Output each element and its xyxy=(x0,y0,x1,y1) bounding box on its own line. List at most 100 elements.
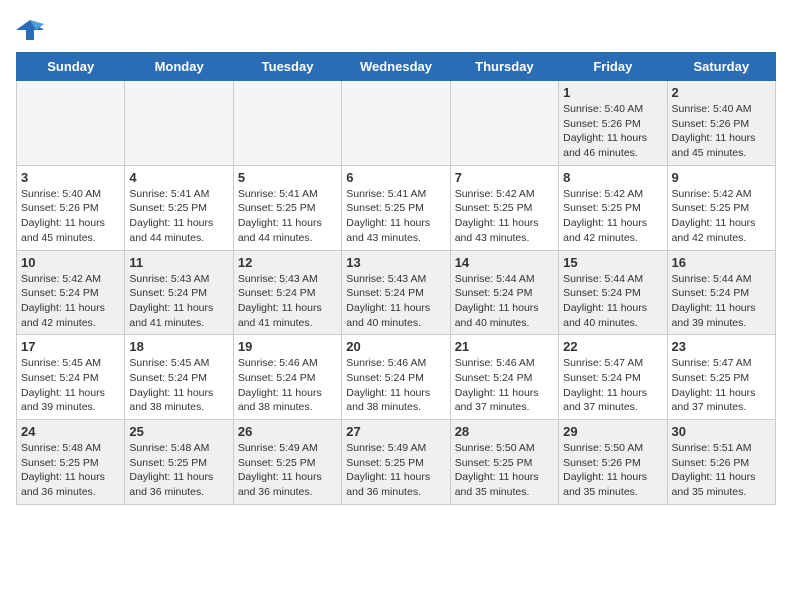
calendar-cell: 20Sunrise: 5:46 AM Sunset: 5:24 PM Dayli… xyxy=(342,335,450,420)
day-info: Sunrise: 5:49 AM Sunset: 5:25 PM Dayligh… xyxy=(238,441,337,500)
calendar-cell xyxy=(450,81,558,166)
day-info: Sunrise: 5:42 AM Sunset: 5:25 PM Dayligh… xyxy=(563,187,662,246)
day-number: 10 xyxy=(21,255,120,270)
day-info: Sunrise: 5:46 AM Sunset: 5:24 PM Dayligh… xyxy=(455,356,554,415)
calendar-cell: 2 Sunrise: 5:40 AM Sunset: 5:26 PM Daylig… xyxy=(667,81,775,166)
day-number: 29 xyxy=(563,424,662,439)
day-number: 6 xyxy=(346,170,445,185)
calendar-cell: 6 Sunrise: 5:41 AM Sunset: 5:25 PM Daylig… xyxy=(342,165,450,250)
day-number: 12 xyxy=(238,255,337,270)
day-number: 2 xyxy=(672,85,771,100)
day-info: Sunrise: 5:50 AM Sunset: 5:26 PM Dayligh… xyxy=(563,441,662,500)
day-number: 30 xyxy=(672,424,771,439)
day-number: 4 xyxy=(129,170,228,185)
calendar-cell xyxy=(342,81,450,166)
day-info: Sunrise: 5:46 AM Sunset: 5:24 PM Dayligh… xyxy=(238,356,337,415)
calendar-header: SundayMondayTuesdayWednesdayThursdayFrid… xyxy=(17,53,776,81)
day-info: Sunrise: 5:42 AM Sunset: 5:25 PM Dayligh… xyxy=(672,187,771,246)
day-info: Sunrise: 5:44 AM Sunset: 5:24 PM Dayligh… xyxy=(455,272,554,331)
day-info: Sunrise: 5:43 AM Sunset: 5:24 PM Dayligh… xyxy=(346,272,445,331)
day-info: Sunrise: 5:50 AM Sunset: 5:25 PM Dayligh… xyxy=(455,441,554,500)
day-info: Sunrise: 5:51 AM Sunset: 5:26 PM Dayligh… xyxy=(672,441,771,500)
calendar-cell: 14Sunrise: 5:44 AM Sunset: 5:24 PM Dayli… xyxy=(450,250,558,335)
calendar-cell: 30 Sunrise: 5:51 AM Sunset: 5:26 PM Dayli… xyxy=(667,420,775,505)
logo-icon xyxy=(16,16,44,44)
calendar-cell xyxy=(17,81,125,166)
weekday-header-wednesday: Wednesday xyxy=(342,53,450,81)
day-number: 9 xyxy=(672,170,771,185)
day-info: Sunrise: 5:40 AM Sunset: 5:26 PM Dayligh… xyxy=(563,102,662,161)
calendar-table: SundayMondayTuesdayWednesdayThursdayFrid… xyxy=(16,52,776,505)
weekday-header-friday: Friday xyxy=(559,53,667,81)
day-number: 1 xyxy=(563,85,662,100)
day-number: 17 xyxy=(21,339,120,354)
calendar-cell: 17 Sunrise: 5:45 AM Sunset: 5:24 PM Dayli… xyxy=(17,335,125,420)
day-number: 26 xyxy=(238,424,337,439)
calendar-cell: 12 Sunrise: 5:43 AM Sunset: 5:24 PM Dayli… xyxy=(233,250,341,335)
calendar-cell: 29 Sunrise: 5:50 AM Sunset: 5:26 PM Dayli… xyxy=(559,420,667,505)
page-header xyxy=(16,16,776,44)
calendar-cell: 4 Sunrise: 5:41 AM Sunset: 5:25 PM Daylig… xyxy=(125,165,233,250)
calendar-cell: 5 Sunrise: 5:41 AM Sunset: 5:25 PM Daylig… xyxy=(233,165,341,250)
day-number: 27 xyxy=(346,424,445,439)
calendar-cell: 10 Sunrise: 5:42 AM Sunset: 5:24 PM Dayli… xyxy=(17,250,125,335)
day-number: 22 xyxy=(563,339,662,354)
calendar-cell: 28 Sunrise: 5:50 AM Sunset: 5:25 PM Dayli… xyxy=(450,420,558,505)
day-info: Sunrise: 5:43 AM Sunset: 5:24 PM Dayligh… xyxy=(129,272,228,331)
day-number: 5 xyxy=(238,170,337,185)
day-number: 21 xyxy=(455,339,554,354)
day-info: Sunrise: 5:48 AM Sunset: 5:25 PM Dayligh… xyxy=(21,441,120,500)
day-number: 7 xyxy=(455,170,554,185)
day-number: 11 xyxy=(129,255,228,270)
calendar-cell: 15 Sunrise: 5:44 AM Sunset: 5:24 PM Dayli… xyxy=(559,250,667,335)
calendar-cell xyxy=(125,81,233,166)
day-info: Sunrise: 5:49 AM Sunset: 5:25 PM Dayligh… xyxy=(346,441,445,500)
calendar-cell: 21 Sunrise: 5:46 AM Sunset: 5:24 PM Dayli… xyxy=(450,335,558,420)
calendar-cell: 27 Sunrise: 5:49 AM Sunset: 5:25 PM Dayli… xyxy=(342,420,450,505)
day-info: Sunrise: 5:41 AM Sunset: 5:25 PM Dayligh… xyxy=(129,187,228,246)
calendar-cell: 9 Sunrise: 5:42 AM Sunset: 5:25 PM Daylig… xyxy=(667,165,775,250)
weekday-header-saturday: Saturday xyxy=(667,53,775,81)
day-number: 20 xyxy=(346,339,445,354)
day-number: 16 xyxy=(672,255,771,270)
day-number: 8 xyxy=(563,170,662,185)
calendar-cell: 13 Sunrise: 5:43 AM Sunset: 5:24 PM Dayli… xyxy=(342,250,450,335)
day-number: 19 xyxy=(238,339,337,354)
calendar-cell: 25 Sunrise: 5:48 AM Sunset: 5:25 PM Dayli… xyxy=(125,420,233,505)
day-number: 15 xyxy=(563,255,662,270)
day-info: Sunrise: 5:44 AM Sunset: 5:24 PM Dayligh… xyxy=(672,272,771,331)
logo xyxy=(16,16,48,44)
weekday-header-thursday: Thursday xyxy=(450,53,558,81)
day-info: Sunrise: 5:41 AM Sunset: 5:25 PM Dayligh… xyxy=(346,187,445,246)
day-number: 24 xyxy=(21,424,120,439)
calendar-cell: 3 Sunrise: 5:40 AM Sunset: 5:26 PM Daylig… xyxy=(17,165,125,250)
day-number: 28 xyxy=(455,424,554,439)
calendar-cell: 11 Sunrise: 5:43 AM Sunset: 5:24 PM Dayli… xyxy=(125,250,233,335)
calendar-cell: 26 Sunrise: 5:49 AM Sunset: 5:25 PM Dayli… xyxy=(233,420,341,505)
day-info: Sunrise: 5:41 AM Sunset: 5:25 PM Dayligh… xyxy=(238,187,337,246)
day-number: 13 xyxy=(346,255,445,270)
calendar-cell: 22 Sunrise: 5:47 AM Sunset: 5:24 PM Dayli… xyxy=(559,335,667,420)
weekday-header-tuesday: Tuesday xyxy=(233,53,341,81)
day-info: Sunrise: 5:40 AM Sunset: 5:26 PM Dayligh… xyxy=(672,102,771,161)
calendar-cell: 18 Sunrise: 5:45 AM Sunset: 5:24 PM Dayli… xyxy=(125,335,233,420)
day-info: Sunrise: 5:40 AM Sunset: 5:26 PM Dayligh… xyxy=(21,187,120,246)
calendar-cell: 7Sunrise: 5:42 AM Sunset: 5:25 PM Daylig… xyxy=(450,165,558,250)
day-number: 3 xyxy=(21,170,120,185)
day-info: Sunrise: 5:47 AM Sunset: 5:24 PM Dayligh… xyxy=(563,356,662,415)
calendar-cell: 19 Sunrise: 5:46 AM Sunset: 5:24 PM Dayli… xyxy=(233,335,341,420)
day-info: Sunrise: 5:44 AM Sunset: 5:24 PM Dayligh… xyxy=(563,272,662,331)
day-info: Sunrise: 5:45 AM Sunset: 5:24 PM Dayligh… xyxy=(21,356,120,415)
day-info: Sunrise: 5:48 AM Sunset: 5:25 PM Dayligh… xyxy=(129,441,228,500)
day-info: Sunrise: 5:47 AM Sunset: 5:25 PM Dayligh… xyxy=(672,356,771,415)
day-info: Sunrise: 5:45 AM Sunset: 5:24 PM Dayligh… xyxy=(129,356,228,415)
day-info: Sunrise: 5:42 AM Sunset: 5:24 PM Dayligh… xyxy=(21,272,120,331)
calendar-cell: 24 Sunrise: 5:48 AM Sunset: 5:25 PM Dayli… xyxy=(17,420,125,505)
day-number: 18 xyxy=(129,339,228,354)
calendar-cell: 1 Sunrise: 5:40 AM Sunset: 5:26 PM Daylig… xyxy=(559,81,667,166)
day-info: Sunrise: 5:43 AM Sunset: 5:24 PM Dayligh… xyxy=(238,272,337,331)
calendar-cell xyxy=(233,81,341,166)
day-number: 25 xyxy=(129,424,228,439)
weekday-header-sunday: Sunday xyxy=(17,53,125,81)
weekday-header-monday: Monday xyxy=(125,53,233,81)
